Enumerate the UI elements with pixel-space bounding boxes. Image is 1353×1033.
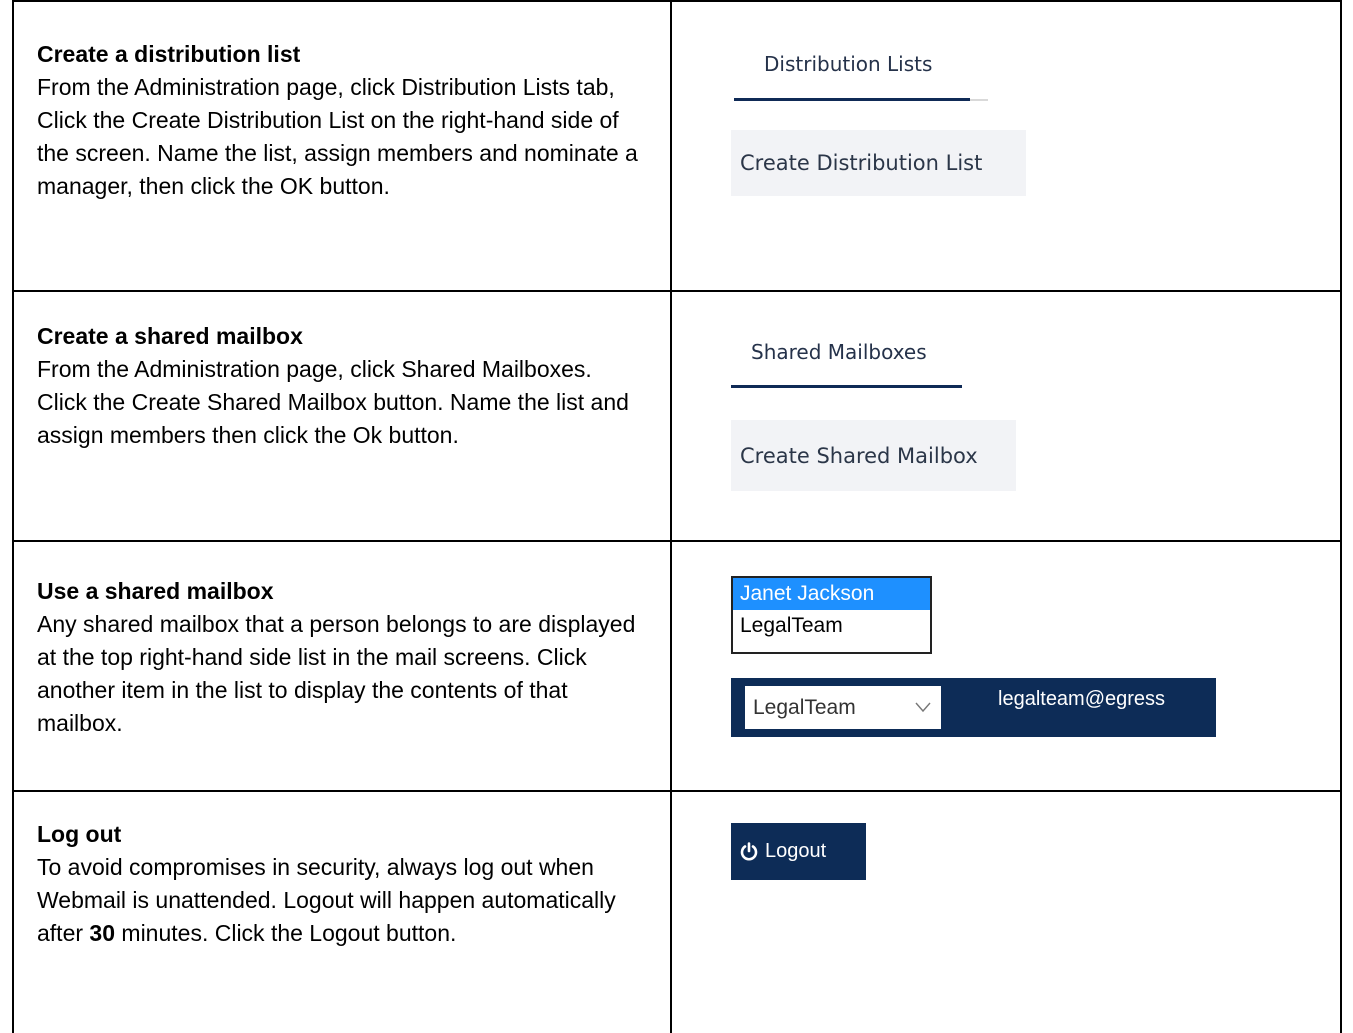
list-item[interactable]: Janet Jackson <box>733 578 930 610</box>
create-distribution-list-button[interactable]: Create Distribution List <box>731 130 1026 196</box>
create-shared-mailbox-button[interactable]: Create Shared Mailbox <box>731 420 1016 491</box>
table-border-top <box>12 0 1342 2</box>
power-icon <box>740 841 758 860</box>
row-divider <box>12 540 1342 542</box>
chevron-down-icon <box>915 702 931 713</box>
row-title: Log out <box>37 821 122 847</box>
row-title: Use a shared mailbox <box>37 578 274 604</box>
mailbox-select[interactable]: LegalTeam <box>745 686 941 729</box>
row-shared-mailbox: Create a shared mailbox From the Adminis… <box>37 320 647 452</box>
row-use-shared-mailbox: Use a shared mailbox Any shared mailbox … <box>37 575 647 740</box>
mailbox-listbox[interactable]: Janet Jackson LegalTeam <box>731 576 932 654</box>
tab-active-underline <box>731 385 962 388</box>
body-text: minutes. Click the Logout button. <box>115 920 457 946</box>
row-divider <box>12 290 1342 292</box>
row-body: Any shared mailbox that a person belongs… <box>37 611 636 736</box>
mailbox-email: legalteam@egress <box>998 688 1166 710</box>
tab-shared-mailboxes[interactable]: Shared Mailboxes <box>751 340 927 364</box>
logout-label: Logout <box>765 840 827 862</box>
mail-header-bar: LegalTeam legalteam@egress <box>731 678 1216 737</box>
row-distribution-list: Create a distribution list From the Admi… <box>37 38 647 203</box>
row-body: From the Administration page, click Shar… <box>37 356 629 448</box>
tab-active-underline <box>734 98 970 101</box>
row-title: Create a shared mailbox <box>37 323 303 349</box>
row-title: Create a distribution list <box>37 41 301 67</box>
logout-button[interactable]: Logout <box>731 823 866 880</box>
row-log-out: Log out To avoid compromises in security… <box>37 818 647 950</box>
column-divider <box>670 0 672 1033</box>
timeout-minutes: 30 <box>89 920 116 946</box>
row-body: From the Administration page, click Dist… <box>37 74 638 199</box>
list-item[interactable]: LegalTeam <box>733 610 930 642</box>
row-divider <box>12 790 1342 792</box>
row-body: To avoid compromises in security, always… <box>37 851 647 950</box>
mailbox-select-value: LegalTeam <box>753 696 856 719</box>
tab-distribution-lists[interactable]: Distribution Lists <box>764 52 932 76</box>
